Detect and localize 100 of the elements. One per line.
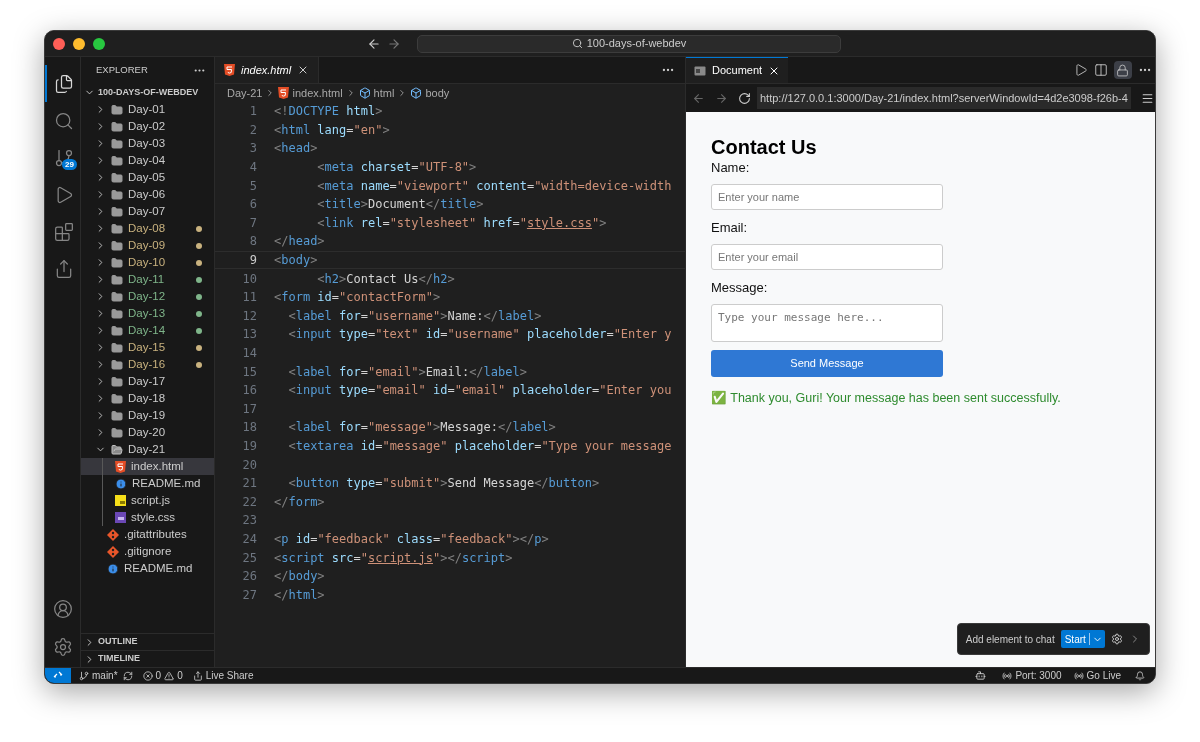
live-share-item[interactable]: Live Share	[205, 668, 254, 683]
info-icon	[115, 477, 127, 490]
tree-item[interactable]: Day-14	[81, 322, 214, 339]
browser-tab[interactable]: Document	[686, 57, 789, 83]
url-field[interactable]: http://127.0.0.1:3000/Day-21/index.html?serverWindowId=4d2e3098-f26b-4	[757, 87, 1131, 109]
folder-icon	[111, 341, 123, 354]
tree-item[interactable]: Day-19	[81, 407, 214, 424]
forward-icon[interactable]	[387, 36, 401, 51]
tree-item[interactable]: Day-13	[81, 305, 214, 322]
send-message-button[interactable]: Send Message	[711, 350, 943, 377]
files-icon	[53, 73, 74, 94]
line-number: 26	[241, 568, 257, 586]
reload-icon[interactable]	[738, 91, 751, 105]
breadcrumb-item[interactable]: body	[425, 84, 450, 102]
widget-label: Add element to chat	[965, 632, 1055, 647]
file-name: Day-17	[128, 373, 167, 389]
breadcrumb-item[interactable]: Day-21	[227, 84, 263, 102]
input-field[interactable]: Enter your name	[711, 184, 943, 210]
tree-item[interactable]: Day-01	[81, 101, 214, 118]
settings-icon[interactable]	[52, 637, 73, 657]
line-number: 3	[248, 140, 257, 158]
breadcrumb-item[interactable]: html	[373, 84, 395, 102]
tree-item[interactable]: Day-11	[81, 271, 214, 288]
port-item[interactable]: Port: 3000	[1015, 668, 1062, 683]
start-button[interactable]: Start	[1060, 630, 1105, 648]
close-window-control[interactable]	[53, 37, 65, 50]
tree-item[interactable]: index.html	[81, 458, 214, 475]
tree-item[interactable]: Day-16	[81, 356, 214, 373]
lock-icon	[1116, 63, 1130, 77]
breadcrumb-item[interactable]: index.html	[292, 84, 343, 102]
lock-button[interactable]	[1113, 61, 1132, 79]
file-name: Day-05	[128, 169, 167, 185]
file-name: .gitignore	[124, 543, 173, 559]
tree-item[interactable]: Day-08	[81, 220, 214, 237]
tree-item[interactable]: .gitignore	[81, 543, 214, 560]
code-line: <head>	[274, 140, 318, 158]
file-name: README.md	[132, 475, 202, 491]
folder-icon	[111, 307, 123, 320]
browser-preview-icon	[694, 65, 706, 76]
remote-button[interactable]	[45, 668, 71, 683]
tree-item[interactable]: Day-12	[81, 288, 214, 305]
html-file-icon	[115, 460, 126, 473]
broadcast-icon	[1002, 670, 1013, 681]
tree-item[interactable]: .gitattributes	[81, 526, 214, 543]
branch-name[interactable]: main*	[92, 668, 118, 683]
tree-item[interactable]: style.css	[81, 509, 214, 526]
tree-item[interactable]: Day-18	[81, 390, 214, 407]
tree-item[interactable]: Day-20	[81, 424, 214, 441]
tree-item[interactable]: Day-04	[81, 152, 214, 169]
tree-item[interactable]: Day-15	[81, 339, 214, 356]
split-icon[interactable]	[1093, 63, 1108, 77]
folder-icon	[111, 443, 123, 456]
message-field[interactable]: Type your message here...	[711, 304, 943, 342]
file-name: Day-19	[128, 407, 167, 423]
command-search-field[interactable]: 100-days-of-webdev	[417, 34, 841, 53]
forward-icon[interactable]	[715, 91, 728, 105]
file-name: Day-11	[128, 271, 166, 287]
tree-item[interactable]: README.md	[81, 560, 214, 577]
tree-item[interactable]: Day-06	[81, 186, 214, 203]
folder-icon	[111, 256, 123, 269]
tab-label: index.html	[241, 62, 292, 78]
folder-icon	[111, 324, 123, 337]
go-live-item[interactable]: Go Live	[1086, 668, 1121, 683]
error-count[interactable]: 0	[155, 668, 162, 683]
account-icon[interactable]	[52, 599, 73, 619]
line-number: 11	[241, 289, 257, 307]
editor-tab[interactable]: index.html	[215, 57, 320, 83]
tree-item[interactable]: Day-21	[81, 441, 214, 458]
remote-icon	[53, 670, 63, 681]
tree-item[interactable]: script.js	[81, 492, 214, 509]
line-number: 14	[241, 345, 257, 362]
code-line: </head>	[274, 233, 325, 251]
tree-item[interactable]: Day-17	[81, 373, 214, 390]
tree-item[interactable]: Day-09	[81, 237, 214, 254]
sync-icon[interactable]	[122, 670, 133, 681]
menu-icon[interactable]	[1140, 91, 1154, 105]
panel-section-header[interactable]: OUTLINE	[81, 633, 214, 650]
warning-count[interactable]: 0	[177, 668, 183, 683]
file-name: Day-16	[128, 356, 167, 372]
line-number: 23	[241, 512, 257, 530]
play-icon[interactable]	[1073, 63, 1088, 77]
folder-title[interactable]: 100-DAYS-OF-WEBDEV	[98, 85, 199, 100]
bot-icon[interactable]	[975, 670, 987, 681]
tree-item[interactable]: Day-03	[81, 135, 214, 152]
tree-item[interactable]: Day-02	[81, 118, 214, 135]
minimize-window-control[interactable]	[73, 37, 85, 50]
tree-item[interactable]: Day-10	[81, 254, 214, 271]
maximize-window-control[interactable]	[93, 37, 105, 50]
file-name: Day-15	[128, 339, 167, 355]
activity-tab[interactable]: 29	[45, 139, 80, 176]
back-icon[interactable]	[367, 36, 381, 51]
tree-item[interactable]: README.md	[81, 475, 214, 492]
warning-icon	[164, 670, 175, 681]
tree-item[interactable]: Day-07	[81, 203, 214, 220]
code-line: <textarea id="message" placeholder="Type your message	[287, 438, 672, 455]
input-field[interactable]: Enter your email	[711, 244, 943, 270]
html-file-icon	[224, 64, 235, 76]
settings-icon[interactable]	[1110, 633, 1123, 645]
tree-item[interactable]: Day-05	[81, 169, 214, 186]
bell-icon[interactable]	[1135, 670, 1145, 681]
